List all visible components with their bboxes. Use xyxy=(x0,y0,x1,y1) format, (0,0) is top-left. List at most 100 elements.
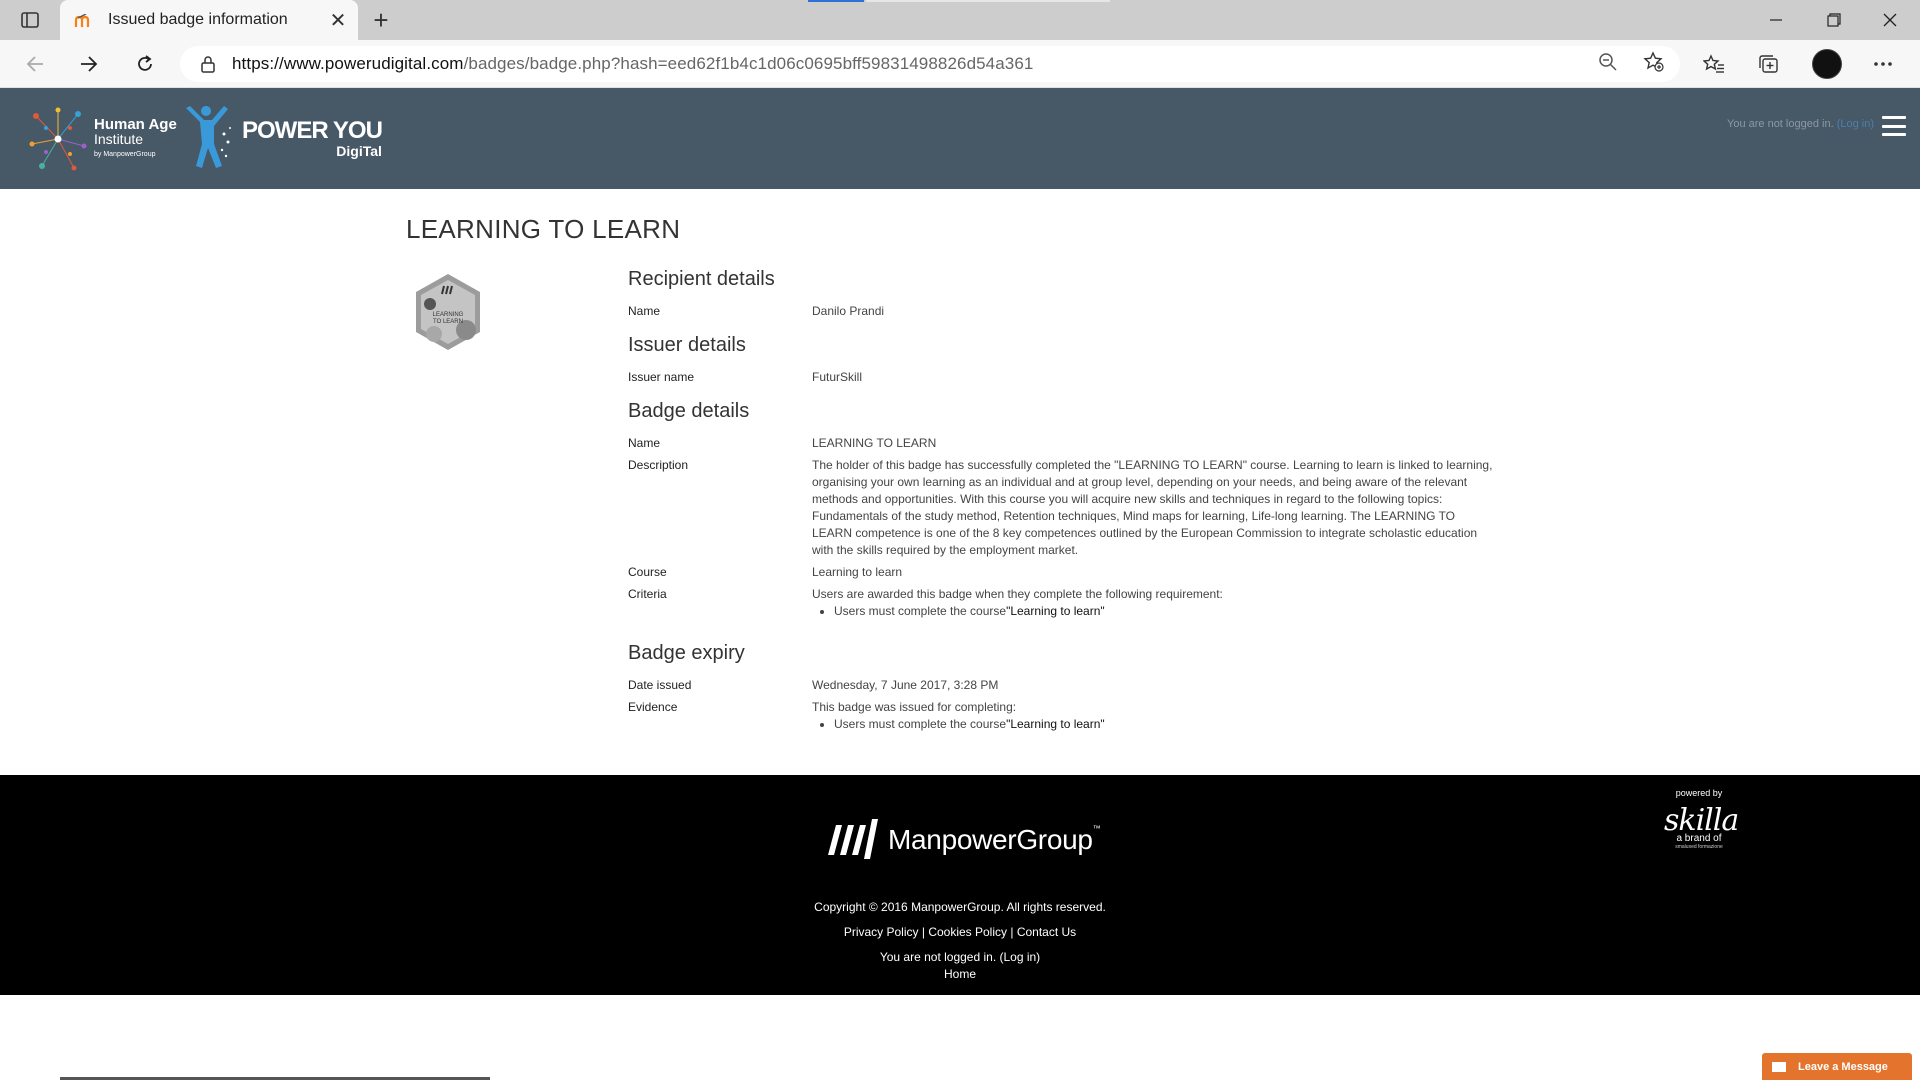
zoom-button[interactable] xyxy=(1592,46,1624,78)
add-favorite-button[interactable] xyxy=(1638,46,1670,78)
menu-icon-bar xyxy=(1882,124,1906,128)
criteria-intro: Users are awarded this badge when they c… xyxy=(812,587,1223,601)
powered-by-skilla[interactable]: powered by skilla a brand of smaluxed fo… xyxy=(1664,788,1739,850)
recipient-name-label: Name xyxy=(628,304,661,318)
footer-separator: | xyxy=(1007,925,1017,939)
tab-actions-icon xyxy=(21,12,39,28)
badge-description-label: Description xyxy=(628,458,689,472)
url-text: https://www.powerudigital.com/badges/bad… xyxy=(232,54,1033,74)
footer-separator: | xyxy=(918,925,929,939)
leave-message-button[interactable]: Leave a Message xyxy=(1762,1053,1912,1080)
badge-details-content: Recipient details Name Danilo Prandi Iss… xyxy=(628,268,1508,738)
header-login-info: You are not logged in. (Log in) xyxy=(1727,118,1874,130)
loading-track xyxy=(866,0,1110,2)
criteria-list: Users must complete the course"Learning … xyxy=(834,603,1496,620)
header-login-link[interactable]: (Log in) xyxy=(1837,118,1874,130)
privacy-policy-link[interactable]: Privacy Policy xyxy=(844,925,919,939)
manpowergroup-wordmark: ManpowerGroup™ xyxy=(888,824,1101,856)
badge-expiry-heading: Badge expiry xyxy=(628,642,745,664)
badge-criteria-value: Users are awarded this badge when they c… xyxy=(812,586,1496,620)
browser-tab-active[interactable]: Issued badge information ✕ xyxy=(60,0,358,40)
forward-button[interactable] xyxy=(72,48,106,80)
footer-home-link[interactable]: Home xyxy=(0,967,1920,981)
criteria-item-course: "Learning to learn" xyxy=(1006,604,1105,618)
footer-brand-tm: ™ xyxy=(1092,824,1101,833)
address-bar[interactable]: https://www.powerudigital.com/badges/bad… xyxy=(180,46,1680,82)
date-issued-row: Date issued Wednesday, 7 June 2017, 3:28… xyxy=(628,677,1508,694)
forward-arrow-icon xyxy=(81,56,98,72)
badge-name-label: Name xyxy=(628,436,661,450)
criteria-item-prefix: Users must complete the course xyxy=(834,604,1007,618)
recipient-heading: Recipient details xyxy=(628,268,775,290)
badge-description-value: The holder of this badge has successfull… xyxy=(812,458,1493,557)
close-window-button[interactable] xyxy=(1862,0,1918,40)
new-tab-button[interactable]: + xyxy=(366,5,396,35)
moodle-favicon-icon xyxy=(74,12,96,28)
lock-icon xyxy=(198,54,218,74)
badge-details-heading: Badge details xyxy=(628,400,750,422)
cookies-policy-link[interactable]: Cookies Policy xyxy=(928,925,1007,939)
restore-icon xyxy=(1827,13,1841,27)
manpowergroup-stripes-icon xyxy=(828,819,878,859)
badge-course-row: Course Learning to learn xyxy=(628,564,1508,581)
footer-login-info[interactable]: You are not logged in. (Log in) xyxy=(0,950,1920,964)
powered-by-text: powered by xyxy=(1675,788,1723,798)
tab-actions-button[interactable] xyxy=(16,8,44,32)
site-header: Human Age Institute by ManpowerGroup POW… xyxy=(0,88,1920,189)
badge-name-value: LEARNING TO LEARN xyxy=(812,436,937,450)
hamburger-menu-button[interactable] xyxy=(1882,116,1906,136)
footer-copyright: Copyright © 2016 ManpowerGroup. All righ… xyxy=(814,900,1106,914)
issuer-name-row: Issuer name FuturSkill xyxy=(628,369,1508,386)
tab-title: Issued badge information xyxy=(108,11,288,28)
tab-close-button[interactable]: ✕ xyxy=(324,6,352,34)
manpowergroup-logo: ManpowerGroup™ xyxy=(822,815,1101,865)
star-add-icon xyxy=(1643,51,1664,72)
menu-icon-bar xyxy=(1882,116,1906,119)
hai-line3: by ManpowerGroup xyxy=(94,150,156,158)
back-button[interactable] xyxy=(18,48,52,80)
url-host: https://www.powerudigital.com xyxy=(232,54,464,73)
evidence-row: Evidence This badge was issued for compl… xyxy=(628,699,1508,733)
menu-icon-bar xyxy=(1882,133,1906,136)
badge-image: LEARNING TO LEARN xyxy=(412,272,484,352)
back-arrow-icon xyxy=(26,56,43,72)
refresh-button[interactable] xyxy=(128,48,162,80)
favorites-icon xyxy=(1703,54,1724,73)
page-title: LEARNING TO LEARN xyxy=(406,214,681,244)
header-login-text: You are not logged in. xyxy=(1727,118,1834,130)
collections-button[interactable] xyxy=(1752,48,1786,80)
power-you-digital-logo[interactable]: POWER YOU DigiTal xyxy=(178,102,383,174)
badge-name-row: Name LEARNING TO LEARN xyxy=(628,435,1508,452)
minimize-button[interactable] xyxy=(1748,0,1804,40)
settings-more-button[interactable] xyxy=(1866,48,1900,80)
evidence-intro: This badge was issued for completing: xyxy=(812,700,1017,714)
footer-policy-links: Privacy Policy | Cookies Policy | Contac… xyxy=(0,925,1920,939)
issuer-name-value: FuturSkill xyxy=(812,370,863,384)
avatar xyxy=(1812,49,1842,79)
restore-button[interactable] xyxy=(1806,0,1862,40)
jumping-figure-icon xyxy=(186,106,231,168)
human-age-institute-logo[interactable]: Human Age Institute by ManpowerGroup xyxy=(28,104,177,174)
loading-indicator xyxy=(808,0,864,2)
zoom-out-icon xyxy=(1599,53,1617,71)
recipient-name-value: Danilo Prandi xyxy=(812,304,885,318)
favorites-button[interactable] xyxy=(1697,48,1731,80)
profile-button[interactable] xyxy=(1810,48,1844,80)
evidence-list: Users must complete the course"Learning … xyxy=(834,716,1496,733)
badge-course-label: Course xyxy=(628,565,667,579)
power-you-wordmark: POWER YOU DigiTal xyxy=(242,117,383,159)
issuer-name-label: Issuer name xyxy=(628,370,695,384)
footer-brand: ManpowerGroup xyxy=(888,824,1093,855)
badge-criteria-row: Criteria Users are awarded this badge wh… xyxy=(628,586,1508,620)
svg-text:TO LEARN: TO LEARN xyxy=(433,319,463,325)
hai-wordmark: Human Age Institute by ManpowerGroup xyxy=(94,117,177,162)
browser-titlebar: Issued badge information ✕ + xyxy=(0,0,1920,40)
evidence-item-prefix: Users must complete the course xyxy=(834,717,1007,731)
badge-image-text: LEARNING xyxy=(433,312,464,318)
py-main-text: POWER YOU xyxy=(242,117,383,144)
brand-sub-text: smaluxed formazione xyxy=(1675,844,1723,850)
evidence-value: This badge was issued for completing: Us… xyxy=(812,699,1496,733)
hai-line1: Human Age xyxy=(94,115,177,133)
contact-us-link[interactable]: Contact Us xyxy=(1017,925,1076,939)
dots-burst-icon xyxy=(29,107,87,171)
